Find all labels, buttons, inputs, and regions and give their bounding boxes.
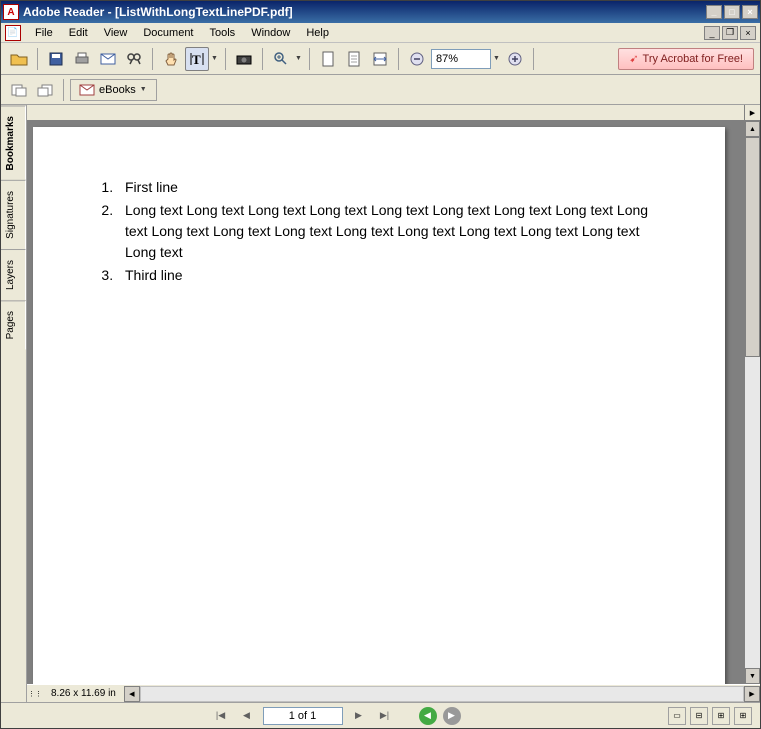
doc-minimize-button[interactable]: _ (704, 26, 720, 40)
last-page-button[interactable]: ▶| (375, 707, 395, 725)
facing-view-button[interactable]: ⊞ (712, 707, 730, 725)
app-window: A Adobe Reader - [ListWithLongTextLinePD… (0, 0, 761, 729)
hscroll-right-button[interactable]: ▶ (744, 686, 760, 702)
horizontal-scrollbar[interactable] (140, 686, 744, 702)
single-page-view-button[interactable]: ▭ (668, 707, 686, 725)
fit-page-button[interactable] (342, 47, 366, 71)
previous-view-button[interactable] (7, 78, 31, 102)
try-acrobat-button[interactable]: ➹ Try Acrobat for Free! (618, 48, 754, 70)
back-button[interactable]: ◀ (419, 707, 437, 725)
titlebar[interactable]: A Adobe Reader - [ListWithLongTextLinePD… (1, 1, 760, 23)
acrobat-label: Try Acrobat for Free! (643, 53, 743, 65)
secondary-toolbar: eBooks ▼ (1, 75, 760, 105)
zoom-input[interactable]: 87% (431, 49, 491, 69)
window-title: Adobe Reader - [ListWithLongTextLinePDF.… (23, 5, 706, 19)
main-toolbar: T ▼ ▼ 87% ▼ ➹ Try Acrobat for Free! (1, 43, 760, 75)
doc-close-button[interactable]: × (740, 26, 756, 40)
fit-width-button[interactable] (368, 47, 392, 71)
document-icon: 📄 (5, 25, 21, 41)
sidebar-tab-bookmarks[interactable]: Bookmarks (1, 105, 26, 180)
scroll-up-button[interactable]: ▲ (745, 121, 760, 137)
ebooks-label: eBooks (99, 84, 136, 96)
document-area: ▶ First line Long text Long text Long te… (27, 105, 760, 702)
zoom-dropdown-icon[interactable]: ▼ (295, 55, 303, 62)
scroll-up-icon[interactable]: ▶ (744, 105, 760, 120)
select-dropdown-icon[interactable]: ▼ (211, 55, 219, 62)
menu-window[interactable]: Window (243, 25, 298, 41)
sidebar-tab-pages[interactable]: Pages (1, 300, 26, 349)
svg-text:T: T (192, 52, 201, 67)
scroll-thumb[interactable] (745, 137, 760, 357)
app-icon: A (3, 4, 19, 20)
next-view-button[interactable] (33, 78, 57, 102)
hand-tool-button[interactable] (159, 47, 183, 71)
hscroll-left-button[interactable]: ◀ (124, 686, 140, 702)
doc-restore-button[interactable]: ❐ (722, 26, 738, 40)
prev-page-button[interactable]: ◀ (237, 707, 257, 725)
print-button[interactable] (70, 47, 94, 71)
text-select-button[interactable]: T (185, 47, 209, 71)
menu-view[interactable]: View (96, 25, 136, 41)
maximize-button[interactable]: □ (724, 5, 740, 19)
page-dimensions: 8.26 x 11.69 in (43, 688, 124, 699)
document-ruler: ▶ (27, 105, 760, 121)
ebooks-icon (79, 84, 95, 96)
ebooks-button[interactable]: eBooks ▼ (70, 79, 157, 101)
page-viewport[interactable]: First line Long text Long text Long text… (27, 121, 744, 684)
horizontal-status: ⋮⋮ 8.26 x 11.69 in ◀ ▶ (27, 684, 760, 702)
email-button[interactable] (96, 47, 120, 71)
pdf-page: First line Long text Long text Long text… (33, 127, 725, 684)
menu-file[interactable]: File (27, 25, 61, 41)
vertical-scrollbar[interactable]: ▲ ▼ (744, 121, 760, 684)
minimize-button[interactable]: _ (706, 5, 722, 19)
next-page-button[interactable]: ▶ (349, 707, 369, 725)
acrobat-arrow-icon: ➹ (629, 52, 638, 65)
actual-size-button[interactable] (316, 47, 340, 71)
menubar: 📄 File Edit View Document Tools Window H… (1, 23, 760, 43)
menu-tools[interactable]: Tools (202, 25, 244, 41)
forward-button[interactable]: ▶ (443, 707, 461, 725)
zoom-in-button[interactable] (269, 47, 293, 71)
page-number-field[interactable]: 1 of 1 (263, 707, 343, 725)
resize-grip-icon[interactable]: ⋮⋮ (27, 686, 43, 702)
ebooks-dropdown-icon: ▼ (140, 86, 148, 93)
sidebar: Bookmarks Signatures Layers Pages (1, 105, 27, 702)
menu-document[interactable]: Document (135, 25, 201, 41)
menu-help[interactable]: Help (298, 25, 337, 41)
zoom-value-dropdown-icon[interactable]: ▼ (493, 55, 501, 62)
list-item: Long text Long text Long text Long text … (117, 200, 665, 263)
snapshot-button[interactable] (232, 47, 256, 71)
continuous-view-button[interactable]: ⊟ (690, 707, 708, 725)
search-button[interactable] (122, 47, 146, 71)
main-area: Bookmarks Signatures Layers Pages ▶ Firs… (1, 105, 760, 702)
menu-edit[interactable]: Edit (61, 25, 96, 41)
list-item: Third line (117, 265, 665, 286)
zoom-plus-button[interactable] (503, 47, 527, 71)
statusbar: |◀ ◀ 1 of 1 ▶ ▶| ◀ ▶ ▭ ⊟ ⊞ ⊞ (1, 702, 760, 728)
open-button[interactable] (7, 47, 31, 71)
close-button[interactable]: × (742, 5, 758, 19)
zoom-out-button[interactable] (405, 47, 429, 71)
save-button[interactable] (44, 47, 68, 71)
continuous-facing-view-button[interactable]: ⊞ (734, 707, 752, 725)
sidebar-tab-layers[interactable]: Layers (1, 249, 26, 300)
list-item: First line (117, 177, 665, 198)
sidebar-tab-signatures[interactable]: Signatures (1, 180, 26, 249)
first-page-button[interactable]: |◀ (211, 707, 231, 725)
scroll-down-button[interactable]: ▼ (745, 668, 760, 684)
